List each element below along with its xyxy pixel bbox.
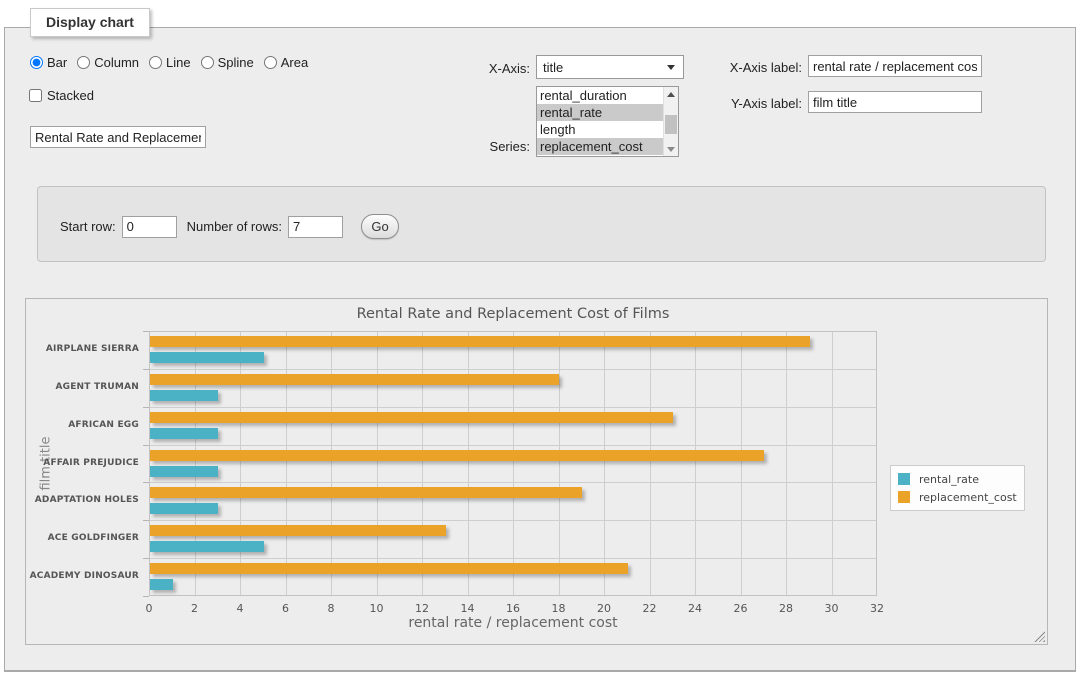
legend-item: replacement_cost [898, 488, 1017, 506]
legend-swatch-rental_rate [898, 473, 910, 485]
chart-panel: Rental Rate and Replacement Cost of Film… [25, 298, 1048, 645]
go-button[interactable]: Go [361, 214, 399, 239]
chart-title: Rental Rate and Replacement Cost of Film… [149, 306, 877, 322]
x-tick-label: 12 [407, 602, 437, 615]
yaxis-label-input[interactable] [808, 91, 982, 113]
bar-rental_rate [150, 352, 264, 363]
chart-type-label-spline: Spline [218, 55, 254, 70]
x-tick-label: 20 [589, 602, 619, 615]
category-label: ACE GOLDFINGER [26, 533, 139, 543]
bar-replacement_cost [150, 374, 559, 385]
x-tick-label: 8 [316, 602, 346, 615]
series-options: rental_durationrental_ratelengthreplacem… [537, 87, 663, 156]
category-label: AFFAIR PREJUDICE [26, 458, 139, 468]
x-tick-label: 0 [134, 602, 164, 615]
chart-type-radio-column[interactable] [77, 56, 90, 69]
chart-legend: rental_rate replacement_cost [890, 465, 1025, 511]
chart-type-radio-spline[interactable] [201, 56, 214, 69]
chart-type-option-area: Area [264, 55, 308, 70]
series-select-label: Series: [400, 139, 530, 154]
x-tick-label: 2 [180, 602, 210, 615]
chart-type-option-bar: Bar [30, 55, 67, 70]
x-tick-label: 24 [680, 602, 710, 615]
bar-replacement_cost [150, 450, 764, 461]
chart-type-option-line: Line [149, 55, 191, 70]
stacked-row: Stacked [29, 88, 94, 103]
legend-item: rental_rate [898, 470, 1017, 488]
bar-rental_rate [150, 579, 173, 590]
bar-rental_rate [150, 503, 218, 514]
xaxis-select-value: title [543, 60, 667, 75]
chart-type-radio-line[interactable] [149, 56, 162, 69]
series-option-replacement_cost[interactable]: replacement_cost [537, 138, 663, 155]
y-axis-tick [143, 596, 149, 597]
plot-area-border [149, 331, 877, 596]
x-tick-label: 26 [726, 602, 756, 615]
legend-label: rental_rate [919, 473, 979, 486]
chart-type-label-bar: Bar [47, 55, 67, 70]
category-label: AFRICAN EGG [26, 420, 139, 430]
bar-replacement_cost [150, 336, 810, 347]
arrow-down-icon [667, 147, 675, 152]
stacked-label: Stacked [47, 88, 94, 103]
scrollbar-thumb[interactable] [665, 115, 677, 134]
legend-label: replacement_cost [919, 491, 1017, 504]
bar-replacement_cost [150, 412, 673, 423]
num-rows-input[interactable] [288, 216, 343, 238]
x-tick-label: 4 [225, 602, 255, 615]
x-tick-label: 16 [498, 602, 528, 615]
bar-rental_rate [150, 541, 264, 552]
x-tick-label: 32 [862, 602, 892, 615]
x-tick-label: 28 [771, 602, 801, 615]
num-rows-label: Number of rows: [187, 219, 282, 234]
bar-rental_rate [150, 428, 218, 439]
series-option-rental_rate[interactable]: rental_rate [537, 104, 663, 121]
x-tick-label: 22 [635, 602, 665, 615]
category-label: AGENT TRUMAN [26, 382, 139, 392]
start-row-input[interactable] [122, 216, 177, 238]
xaxis-label-label: X-Axis label: [650, 60, 802, 75]
x-tick-label: 14 [453, 602, 483, 615]
xaxis-select-label: X-Axis: [400, 61, 530, 76]
x-tick-label: 30 [817, 602, 847, 615]
category-label: ADAPTATION HOLES [26, 495, 139, 505]
category-label: ACADEMY DINOSAUR [26, 571, 139, 581]
bar-rental_rate [150, 390, 218, 401]
bar-replacement_cost [150, 563, 628, 574]
category-label: AIRPLANE SIERRA [26, 344, 139, 354]
rows-panel: Start row: Number of rows: Go [37, 186, 1046, 262]
chart-type-radio-bar[interactable] [30, 56, 43, 69]
chart-type-label-area: Area [281, 55, 308, 70]
bar-replacement_cost [150, 487, 582, 498]
chart-type-option-column: Column [77, 55, 139, 70]
chart-title-input[interactable] [30, 126, 206, 148]
x-tick-label: 10 [362, 602, 392, 615]
rows-controls: Start row: Number of rows: Go [60, 214, 399, 239]
chart-type-radios: Bar Column Line Spline Area [30, 55, 308, 70]
bar-rental_rate [150, 466, 218, 477]
stacked-checkbox[interactable] [29, 89, 42, 102]
chart-type-label-column: Column [94, 55, 139, 70]
x-axis-label: rental rate / replacement cost [149, 615, 877, 631]
chart-type-option-spline: Spline [201, 55, 254, 70]
chart-type-label-line: Line [166, 55, 191, 70]
panel-title: Display chart [30, 8, 150, 37]
series-option-rental_duration[interactable]: rental_duration [537, 87, 663, 104]
bar-replacement_cost [150, 525, 446, 536]
series-option-length[interactable]: length [537, 121, 663, 138]
x-tick-label: 6 [271, 602, 301, 615]
scroll-down-button[interactable] [664, 142, 678, 156]
page: Display chart Bar Column Line Spline Area St… [0, 0, 1081, 681]
chart-type-radio-area[interactable] [264, 56, 277, 69]
x-tick-label: 18 [544, 602, 574, 615]
xaxis-label-input[interactable] [808, 55, 982, 77]
start-row-label: Start row: [60, 219, 116, 234]
legend-swatch-replacement_cost [898, 491, 910, 503]
yaxis-label-label: Y-Axis label: [650, 96, 802, 111]
chart: Rental Rate and Replacement Cost of Film… [26, 299, 1047, 644]
